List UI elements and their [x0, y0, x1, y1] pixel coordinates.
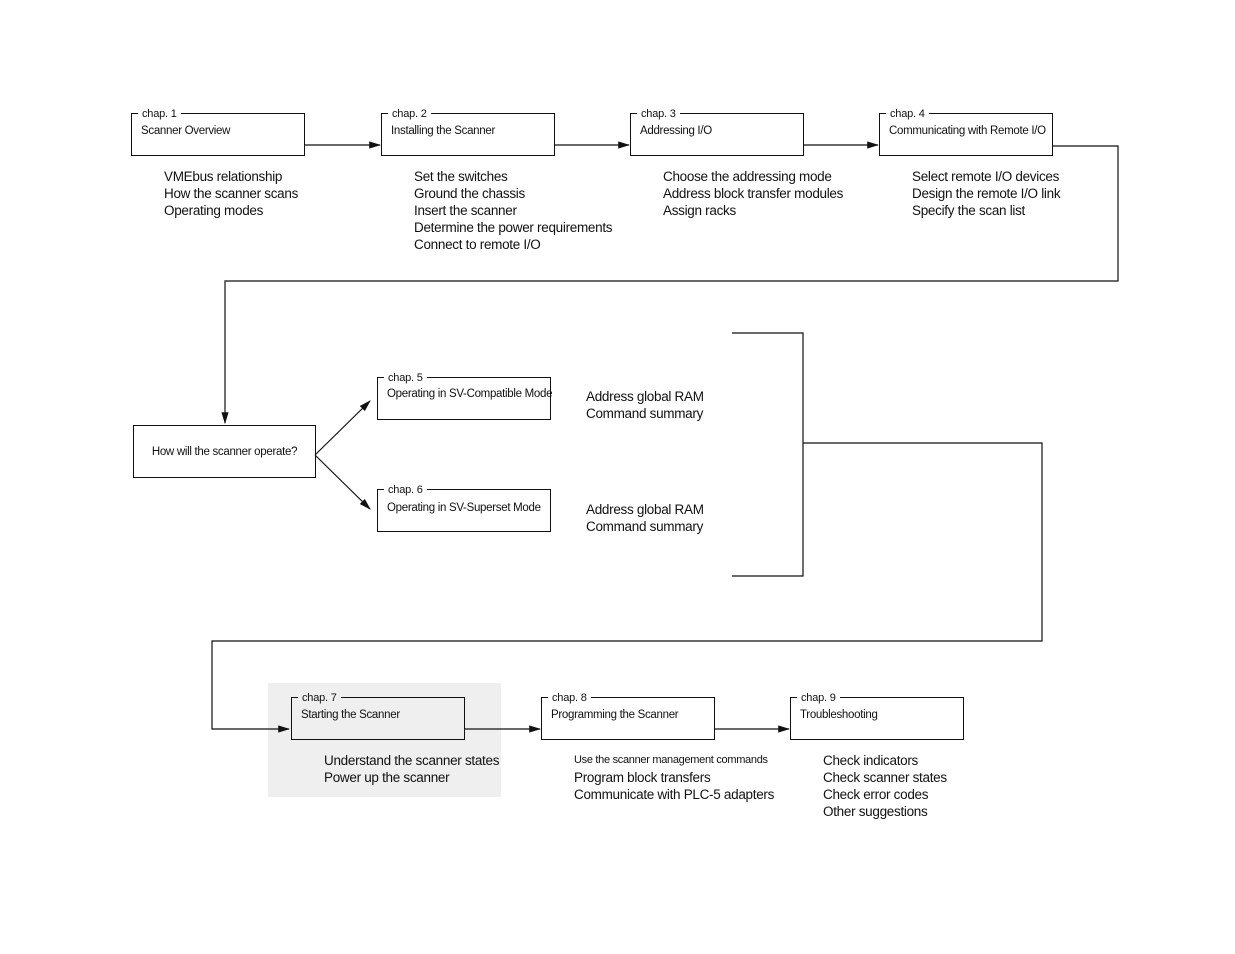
topic: Program block transfers	[574, 770, 711, 785]
chapter-8-topics: Use the scanner management commands Progr…	[574, 752, 774, 803]
chapter-7-box: chap. 7 Starting the Scanner	[291, 692, 465, 740]
arrow-decision-6	[314, 454, 371, 510]
topic: Determine the power requirements	[414, 220, 613, 235]
chapter-1-topics: VMEbus relationship How the scanner scans…	[164, 168, 298, 219]
topic: Address global RAM	[586, 502, 704, 517]
chapter-3-box: chap. 3 Addressing I/O	[630, 108, 804, 156]
topic: Specify the scan list	[912, 203, 1026, 218]
topic: Command summary	[586, 406, 704, 421]
chapter-2-box: chap. 2 Installing the Scanner	[381, 108, 555, 156]
topic: Design the remote I/O link	[912, 186, 1061, 201]
arrow-bracket-7	[211, 442, 1043, 733]
chapter-label: chap. 5	[384, 372, 427, 384]
chapter-1-box: chap. 1 Scanner Overview	[131, 108, 305, 156]
bracket	[732, 332, 804, 577]
chapter-title: Operating in SV-Compatible Mode	[387, 388, 553, 400]
chapter-title: Troubleshooting	[800, 709, 878, 721]
chapter-6-topics: Address global RAM Command summary	[586, 501, 704, 535]
chapter-5-box: chap. 5 Operating in SV-Compatible Mode	[377, 372, 553, 420]
chapter-label: chap. 4	[886, 108, 929, 120]
topic: Set the switches	[414, 169, 508, 184]
chapter-label: chap. 6	[384, 484, 427, 496]
chapter-label: chap. 9	[797, 692, 840, 704]
topic: Communicate with PLC-5 adapters	[574, 787, 775, 802]
chapter-5-topics: Address global RAM Command summary	[586, 388, 704, 422]
chapter-label: chap. 2	[388, 108, 431, 120]
chapter-6-box: chap. 6 Operating in SV-Superset Mode	[377, 484, 551, 532]
topic: Assign racks	[663, 203, 736, 218]
topic: VMEbus relationship	[164, 169, 283, 184]
topic: Understand the scanner states	[324, 753, 500, 768]
topic: Command summary	[586, 519, 704, 534]
topic: Connect to remote I/O	[414, 237, 541, 252]
topic: Operating modes	[164, 203, 264, 218]
chapter-9-topics: Check indicators Check scanner states Chec…	[823, 752, 947, 820]
chapter-3-topics: Choose the addressing mode Address block …	[663, 168, 843, 219]
chapter-title: Starting the Scanner	[301, 709, 400, 721]
chapter-title: Operating in SV-Superset Mode	[387, 502, 541, 514]
arrow-decision-5	[314, 400, 371, 456]
topic: Check error codes	[823, 787, 929, 802]
topic: Use the scanner management commands	[574, 754, 768, 766]
topic: Other suggestions	[823, 804, 928, 819]
chapter-9-box: chap. 9 Troubleshooting	[790, 692, 964, 740]
topic: Address global RAM	[586, 389, 704, 404]
topic: Check scanner states	[823, 770, 947, 785]
chapter-label: chap. 7	[298, 692, 341, 704]
chapter-label: chap. 3	[637, 108, 680, 120]
chapter-label: chap. 1	[138, 108, 181, 120]
chapter-title: Addressing I/O	[640, 125, 712, 137]
topic: Check indicators	[823, 753, 918, 768]
topic: Power up the scanner	[324, 770, 450, 785]
chapter-title: Installing the Scanner	[391, 125, 495, 137]
chapter-label: chap. 8	[548, 692, 591, 704]
topic: Insert the scanner	[414, 203, 517, 218]
chapter-title: Scanner Overview	[141, 125, 231, 137]
chapter-title: Communicating with Remote I/O	[889, 125, 1046, 137]
decision-text: How will the scanner operate?	[151, 445, 298, 458]
chapter-2-topics: Set the switches Ground the chassis Insert…	[414, 168, 613, 253]
topic: Address block transfer modules	[663, 186, 844, 201]
topic: Select remote I/O devices	[912, 169, 1060, 184]
chapter-title: Programming the Scanner	[551, 709, 679, 721]
topic: Choose the addressing mode	[663, 169, 832, 184]
chapter-7-topics: Understand the scanner states Power up th…	[324, 752, 499, 786]
chapter-4-topics: Select remote I/O devices Design the remo…	[912, 168, 1061, 219]
chapter-4-box: chap. 4 Communicating with Remote I/O	[879, 108, 1053, 156]
chapter-8-box: chap. 8 Programming the Scanner	[541, 692, 715, 740]
chapter-flow-diagram: chap. 1 Scanner Overview VMEbus relations…	[0, 0, 1235, 954]
topic: How the scanner scans	[164, 186, 299, 201]
decision-box: How will the scanner operate?	[133, 425, 316, 478]
topic: Ground the chassis	[414, 186, 525, 201]
